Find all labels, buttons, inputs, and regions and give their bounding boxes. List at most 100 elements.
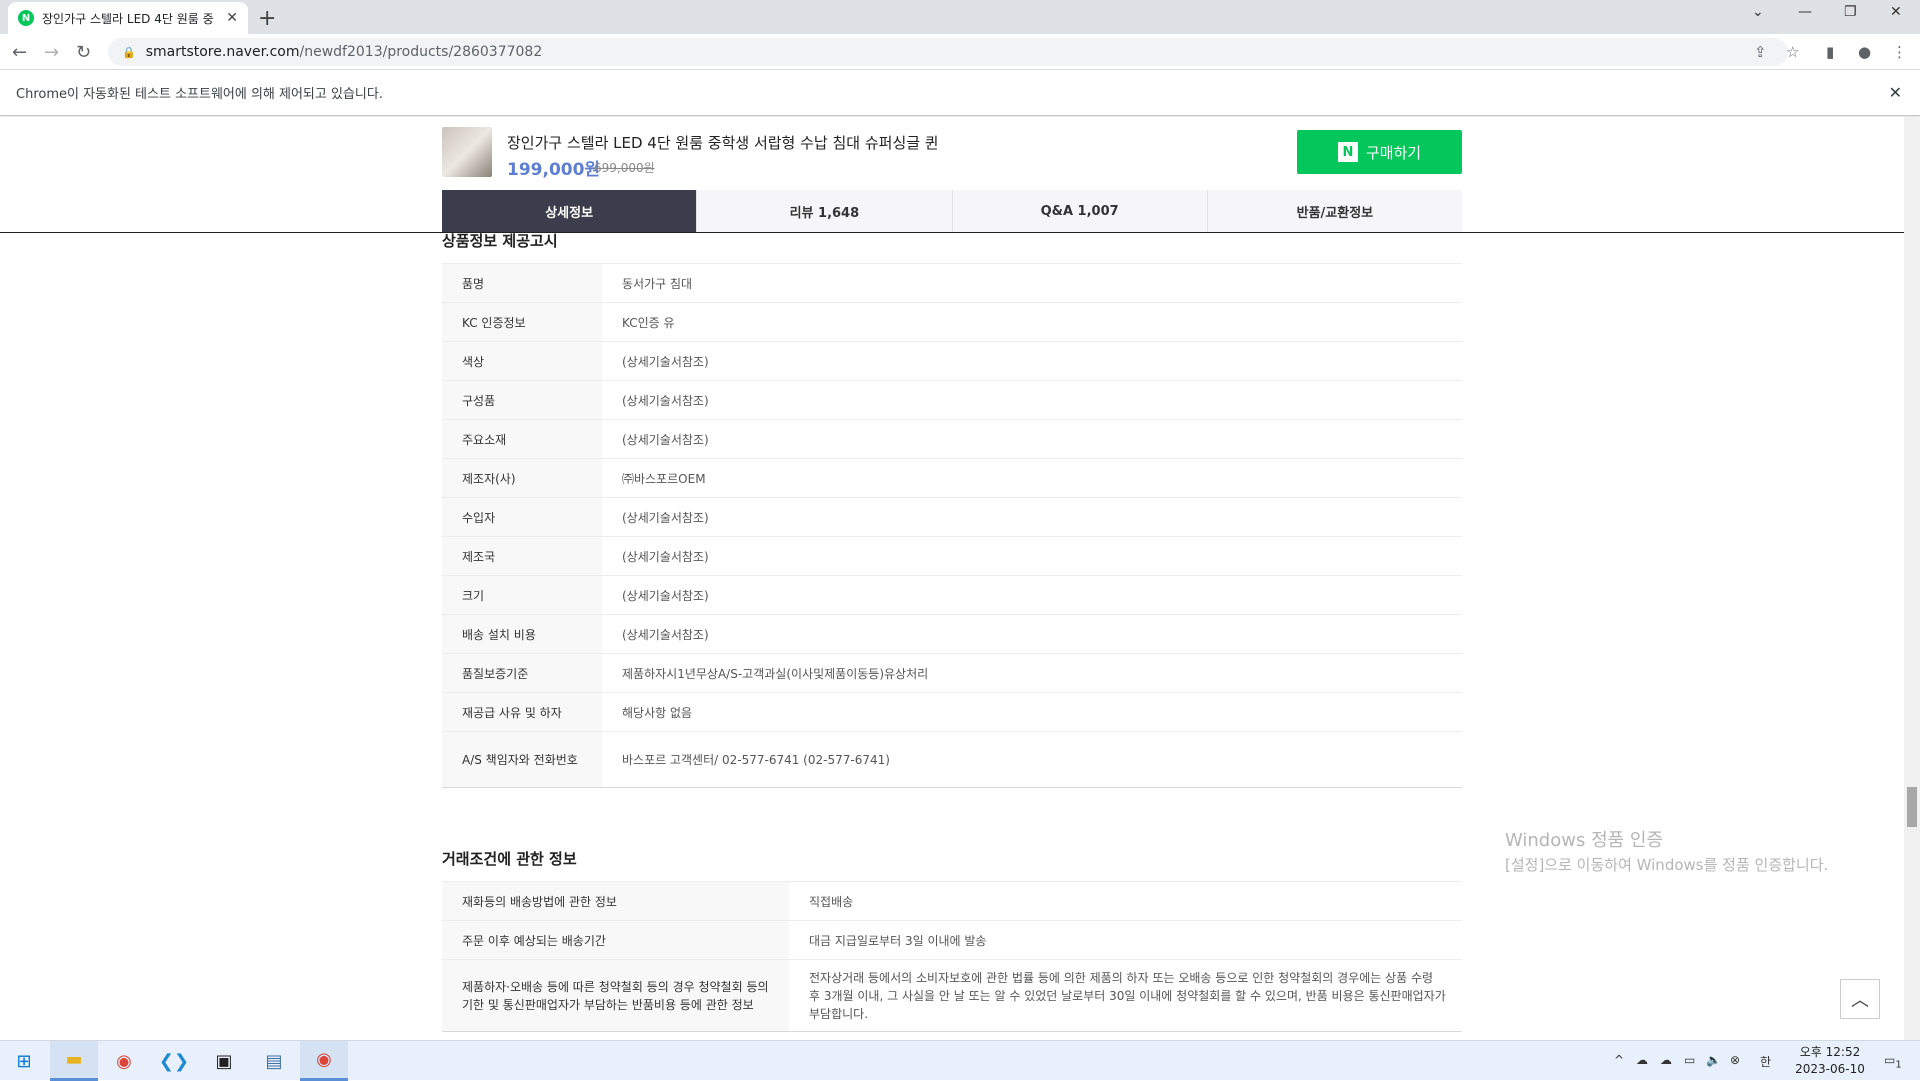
menu-icon[interactable]: ⋮	[1892, 43, 1907, 61]
notification-icon[interactable]: ▭1	[1884, 1053, 1902, 1070]
tab-returns[interactable]: 반품/교환정보	[1208, 190, 1462, 232]
notice-value: (상세기술서참조)	[602, 419, 1462, 459]
trade-value: 전자상거래 등에서의 소비자보호에 관한 법률 등에 의한 제품의 하자 또는 …	[789, 959, 1462, 1032]
profile-icon[interactable]: ●	[1858, 43, 1871, 61]
scroll-to-top-button[interactable]: ︿	[1840, 979, 1880, 1019]
notice-row: 수입자 (상세기술서참조)	[442, 497, 1462, 537]
chrome-active-icon[interactable]: ◉	[300, 1041, 348, 1081]
notice-value: 해당사항 없음	[602, 692, 1462, 732]
notice-value: 제품하자시1년무상A/S-고객과실(이사및제품이동등)유상처리	[602, 653, 1462, 693]
tab-qna[interactable]: Q&A 1,007	[953, 190, 1208, 232]
trade-title: 거래조건에 관한 정보	[442, 850, 577, 868]
browser-tab[interactable]: N 장인가구 스텔라 LED 4단 원룸 중 ✕	[8, 2, 248, 34]
notice-row: 품명 동서가구 침대	[442, 263, 1462, 303]
browser-toolbar: ← → ↻ 🔒 smartstore.naver.com/newdf2013/p…	[0, 34, 1920, 70]
activation-watermark: Windows 정품 인증 [설정]으로 이동하여 Windows를 정품 인증…	[1505, 829, 1828, 877]
notice-value: (상세기술서참조)	[602, 380, 1462, 420]
page-scrollbar[interactable]	[1904, 117, 1920, 1040]
tab-search-icon[interactable]: ⌄	[1752, 4, 1764, 20]
trade-table: 재화등의 배송방법에 관한 정보 직접배송 주문 이후 예상되는 배송기간 대금 지급…	[442, 881, 1462, 1032]
notice-key: 색상	[442, 341, 602, 381]
notice-key: 배송 설치 비용	[442, 614, 602, 654]
reload-icon[interactable]: ↻	[76, 42, 91, 63]
detail-tabs: 상세정보 리뷰 1,648 Q&A 1,007 반품/교환정보	[442, 190, 1462, 232]
ime-indicator[interactable]: 한	[1760, 1053, 1771, 1070]
network-icon[interactable]: ▭	[1684, 1053, 1695, 1067]
tab-title: 장인가구 스텔라 LED 4단 원룸 중	[42, 11, 214, 26]
notification-count: 1	[1895, 1059, 1902, 1071]
trade-key: 주문 이후 예상되는 배송기간	[442, 920, 789, 960]
forward-icon[interactable]: →	[44, 42, 59, 63]
network-cloud-icon[interactable]: ☁	[1660, 1053, 1672, 1067]
clock-time: 오후 12:52	[1799, 1045, 1861, 1059]
page-content: 상품정보 제공고시 품명 동서가구 침대 KC 인증정보 KC인증 유 색상 (상세기술서…	[0, 117, 1920, 1040]
windows-taskbar: ⊞ ▬ ◉ ❮❯ ▣ ▤ ◉ ^ ☁ ☁ ▭ 🔈 ⊗ 한 오후 12:52 20…	[0, 1040, 1920, 1081]
volume-icon[interactable]: 🔈	[1706, 1053, 1721, 1067]
minimize-icon[interactable]: —	[1798, 4, 1812, 20]
tab-detail[interactable]: 상세정보	[442, 190, 698, 232]
automation-infobar: Chrome이 자동화된 테스트 소프트웨어에 의해 제어되고 있습니다. ✕	[0, 70, 1920, 116]
file-explorer-icon[interactable]: ▬	[50, 1041, 98, 1081]
notice-table: 품명 동서가구 침대 KC 인증정보 KC인증 유 색상 (상세기술서참조) 구성품 (상세기…	[442, 263, 1462, 788]
buy-label: 구매하기	[1365, 143, 1422, 162]
naver-favicon-icon: N	[18, 10, 34, 26]
tab-close-icon[interactable]: ✕	[226, 10, 238, 26]
product-price: 199,000원	[507, 160, 601, 180]
notice-value: KC인증 유	[602, 302, 1462, 342]
notice-key: 제조국	[442, 536, 602, 576]
notice-key: 재공급 사유 및 하자	[442, 692, 602, 732]
product-name: 장인가구 스텔라 LED 4단 원룸 중학생 서랍형 수납 침대 슈퍼싱글 퀸	[507, 134, 939, 152]
start-windows-icon[interactable]: ⊞	[0, 1041, 48, 1081]
address-bar[interactable]: 🔒 smartstore.naver.com/newdf2013/product…	[108, 38, 1788, 66]
sticky-product-header: 장인가구 스텔라 LED 4단 원룸 중학생 서랍형 수납 침대 슈퍼싱글 퀸 …	[0, 117, 1920, 233]
infobar-close-icon[interactable]: ✕	[1889, 83, 1902, 102]
scrollbar-thumb[interactable]	[1907, 787, 1917, 827]
notice-key: 품명	[442, 263, 602, 303]
new-tab-icon[interactable]: +	[258, 6, 276, 31]
notice-row: 주요소재 (상세기술서참조)	[442, 419, 1462, 459]
back-icon[interactable]: ←	[12, 42, 27, 63]
notice-row: 품질보증기준 제품하자시1년무상A/S-고객과실(이사및제품이동등)유상처리	[442, 653, 1462, 693]
share-icon[interactable]: ⇪	[1754, 43, 1767, 61]
window-close-icon[interactable]: ✕	[1890, 4, 1902, 20]
notice-value: (상세기술서참조)	[602, 536, 1462, 576]
watermark-title: Windows 정품 인증	[1505, 830, 1664, 851]
notice-value: 바스포르 고객센터/ 02-577-6741 (02-577-6741)	[602, 731, 1462, 788]
trade-value: 대금 지급일로부터 3일 이내에 발송	[789, 920, 1462, 960]
notice-key: 크기	[442, 575, 602, 615]
buy-button[interactable]: N 구매하기	[1297, 130, 1462, 174]
notice-row: 제조국 (상세기술서참조)	[442, 536, 1462, 576]
terminal-icon[interactable]: ▣	[200, 1041, 248, 1081]
tab-strip: N 장인가구 스텔라 LED 4단 원룸 중 ✕ + ⌄ — ❐ ✕	[0, 0, 1920, 34]
chevron-up-icon: ︿	[1851, 990, 1869, 1011]
restore-icon[interactable]: ❐	[1844, 4, 1857, 20]
status-x-icon[interactable]: ⊗	[1730, 1053, 1740, 1067]
chrome-icon[interactable]: ◉	[100, 1041, 148, 1081]
notice-row: KC 인증정보 KC인증 유	[442, 302, 1462, 342]
watermark-subtitle: [설정]으로 이동하여 Windows를 정품 인증합니다.	[1505, 856, 1829, 874]
app-window-icon[interactable]: ▤	[250, 1041, 298, 1081]
notice-row: 구성품 (상세기술서참조)	[442, 380, 1462, 420]
notice-value: (상세기술서참조)	[602, 614, 1462, 654]
bookmark-star-icon[interactable]: ☆	[1786, 43, 1799, 61]
product-original-price: 699,000원	[594, 161, 655, 175]
onedrive-icon[interactable]: ☁	[1636, 1053, 1648, 1067]
trade-value: 직접배송	[789, 881, 1462, 921]
url-path: /newdf2013/products/2860377082	[299, 44, 543, 60]
taskbar-clock[interactable]: 오후 12:52 2023-06-10	[1795, 1044, 1865, 1078]
lock-icon: 🔒	[122, 45, 136, 59]
notice-row: 재공급 사유 및 하자 해당사항 없음	[442, 692, 1462, 732]
tab-reviews[interactable]: 리뷰 1,648	[697, 190, 953, 232]
tray-chevron-up-icon[interactable]: ^	[1614, 1053, 1624, 1067]
notice-title: 상품정보 제공고시	[442, 232, 558, 250]
notice-key: 구성품	[442, 380, 602, 420]
notice-row: 배송 설치 비용 (상세기술서참조)	[442, 614, 1462, 654]
notice-value: (상세기술서참조)	[602, 497, 1462, 537]
side-panel-icon[interactable]: ▮	[1826, 43, 1834, 61]
product-thumbnail[interactable]	[442, 127, 492, 177]
notice-key: A/S 책임자와 전화번호	[442, 731, 602, 788]
vscode-icon[interactable]: ❮❯	[150, 1041, 198, 1081]
url-host: smartstore.naver.com	[145, 44, 300, 60]
trade-key: 제품하자·오배송 등에 따른 청약철회 등의 경우 청약철회 등의 기한 및 통…	[442, 959, 789, 1032]
trade-row: 재화등의 배송방법에 관한 정보 직접배송	[442, 881, 1462, 921]
